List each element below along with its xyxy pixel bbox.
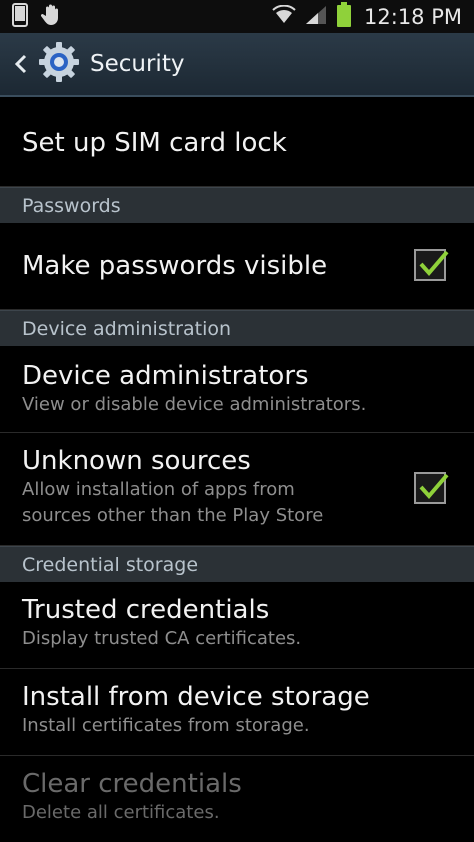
gear-icon [38,41,80,87]
clock: 12:18 PM [364,4,462,29]
item-summary: View or disable device administrators. [22,394,367,415]
item-summary: Install certificates from storage. [22,715,310,736]
passwords-visible-checkbox[interactable] [414,249,449,281]
settings-list: Set up SIM card lock Passwords Make pass… [0,99,474,842]
signal-icon [304,4,328,30]
item-title: Set up SIM card lock [22,127,287,158]
phone-icon [12,2,28,31]
check-icon [419,473,449,500]
trusted-credentials-item[interactable]: Trusted credentials Display trusted CA c… [0,582,474,669]
page-title: Security [90,51,185,77]
back-arrow-icon[interactable] [6,53,36,75]
item-summary: Delete all certificates. [22,802,220,823]
item-summary: Allow installation of apps from [22,479,295,500]
status-bar: 12:18 PM [0,0,474,33]
item-title: Device administrators [22,361,309,391]
item-title: Install from device storage [22,682,370,712]
make-passwords-visible-item[interactable]: Make passwords visible [0,223,474,310]
item-title: Clear credentials [22,769,242,799]
section-header-passwords: Passwords [0,187,474,223]
check-icon [419,250,449,277]
unknown-sources-checkbox[interactable] [414,472,449,504]
item-summary: Display trusted CA certificates. [22,628,302,649]
item-title: Make passwords visible [22,251,328,281]
wifi-icon [272,4,296,29]
item-title: Trusted credentials [22,595,270,625]
unknown-sources-item[interactable]: Unknown sources Allow installation of ap… [0,433,474,546]
section-header-credential-storage: Credential storage [0,546,474,582]
action-bar: Security [0,33,474,97]
item-title: Unknown sources [22,446,251,476]
hand-icon [40,3,64,31]
section-header-device-administration: Device administration [0,310,474,346]
clear-credentials-item: Clear credentials Delete all certificate… [0,756,474,842]
item-summary: sources other than the Play Store [22,505,324,526]
device-administrators-item[interactable]: Device administrators View or disable de… [0,346,474,433]
sim-card-lock-item[interactable]: Set up SIM card lock [0,99,474,187]
install-from-device-storage-item[interactable]: Install from device storage Install cert… [0,669,474,756]
battery-icon [336,1,352,32]
